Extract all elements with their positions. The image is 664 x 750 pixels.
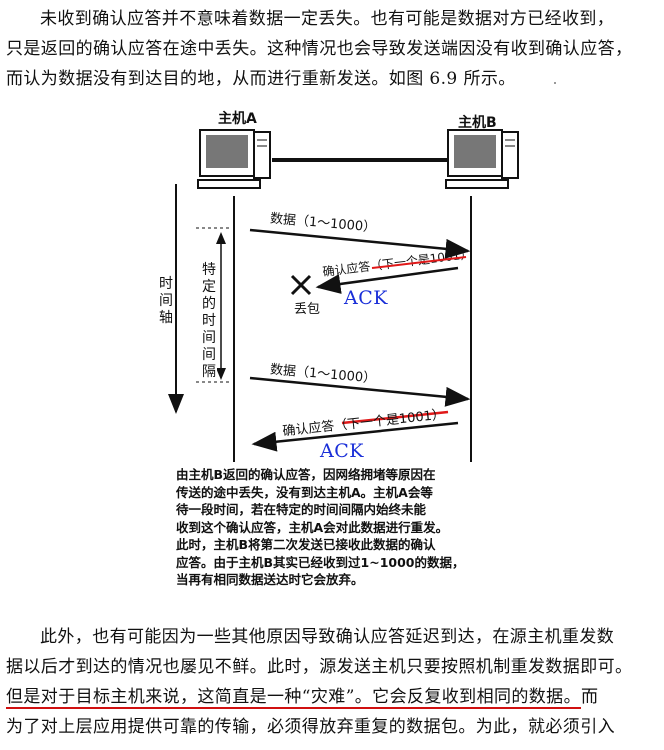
followup-line-4: 为了对上层应用提供可靠的传输，必须得放弃重复的数据包。为此，就必须引入 — [6, 717, 615, 737]
time-axis-label: 时 间 轴 — [158, 276, 174, 327]
diagram-caption: 由主机B返回的确认应答，因网络拥堵等原因在 传送的途中丢失，没有到达主机A。主机… — [176, 467, 465, 587]
host-a-label: 主机A — [218, 111, 257, 127]
followup-line-2: 据以后才到达的情况也屡见不鲜。此时，源发送主机只要按照机制重发数据即可。 — [6, 657, 633, 677]
followup-paragraph: 此外，也有可能因为一些其他原因导致确认应答延迟到达，在源主机重发数 据以后才到达… — [6, 622, 658, 742]
host-a-computer-icon — [197, 129, 271, 189]
lost-label: 丢包 — [294, 302, 321, 317]
host-b-computer-icon — [445, 129, 519, 189]
host-b-label: 主机B — [458, 115, 497, 131]
ack2-handwritten-note: ACK — [320, 440, 364, 462]
interval-label: 特 定 的 时 间 间 隔 — [201, 262, 217, 381]
ack1-handwritten-note: ACK — [344, 287, 388, 309]
followup-line-3: 但是对于目标主机来说，这简直是一种“灾难”。它会反复收到相同的数据。而 — [6, 687, 599, 707]
underlined-emphasis: 但是对于目标主机来说，这简直是一种“灾难”。它会反复收到相同的数据。 — [6, 687, 581, 707]
followup-line-1: 此外，也有可能因为一些其他原因导致确认应答延迟到达，在源主机重发数 — [40, 627, 615, 647]
